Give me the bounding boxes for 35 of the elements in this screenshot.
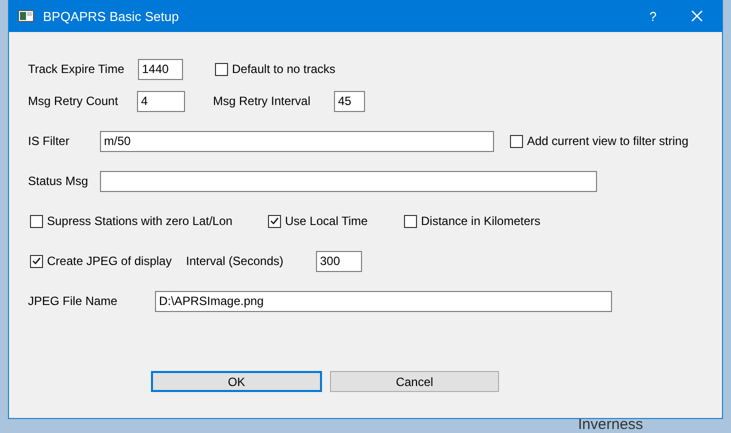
field-label: Interval (Seconds) bbox=[186, 254, 284, 268]
help-button[interactable]: ? bbox=[638, 2, 668, 30]
input-field[interactable]: 1440 bbox=[138, 58, 183, 80]
window-title: BPQAPRS Basic Setup bbox=[43, 8, 180, 24]
checkbox-label[interactable]: Add current view to filter string bbox=[510, 131, 688, 151]
input-field[interactable]: m/50 bbox=[100, 130, 494, 152]
checkbox-label[interactable]: Create JPEG of display bbox=[30, 251, 172, 271]
checkbox-label[interactable]: Use Local Time bbox=[268, 211, 368, 231]
checkbox[interactable] bbox=[510, 134, 523, 148]
input-field[interactable]: 300 bbox=[316, 250, 362, 272]
checkbox-label[interactable]: Distance in Kilometers bbox=[404, 211, 540, 231]
dialog-button[interactable]: OK bbox=[151, 371, 322, 392]
checkbox[interactable] bbox=[30, 254, 43, 268]
input-field[interactable] bbox=[100, 170, 597, 192]
field-label: Status Msg bbox=[28, 174, 88, 188]
checkbox[interactable] bbox=[404, 214, 417, 228]
app-icon bbox=[18, 10, 34, 22]
map-place-label: Inverness bbox=[578, 417, 644, 433]
check-icon bbox=[32, 257, 41, 265]
check-icon bbox=[270, 217, 279, 225]
checkbox[interactable] bbox=[268, 214, 281, 228]
input-field[interactable]: 45 bbox=[334, 90, 365, 112]
close-icon bbox=[691, 10, 703, 22]
field-label: Msg Retry Interval bbox=[213, 94, 310, 108]
checkbox[interactable] bbox=[215, 62, 228, 76]
input-field[interactable]: 4 bbox=[137, 90, 185, 112]
dialog-button[interactable]: Cancel bbox=[330, 371, 499, 392]
checkbox-label[interactable]: Default to no tracks bbox=[215, 59, 336, 79]
field-label: Track Expire Time bbox=[28, 62, 124, 76]
field-label: Msg Retry Count bbox=[28, 94, 118, 108]
checkbox-label[interactable]: Supress Stations with zero Lat/Lon bbox=[30, 211, 232, 231]
field-label: JPEG File Name bbox=[28, 294, 118, 308]
checkbox[interactable] bbox=[30, 214, 43, 228]
field-label: IS Filter bbox=[28, 134, 70, 148]
input-field[interactable]: D:\APRSImage.png bbox=[155, 290, 612, 312]
